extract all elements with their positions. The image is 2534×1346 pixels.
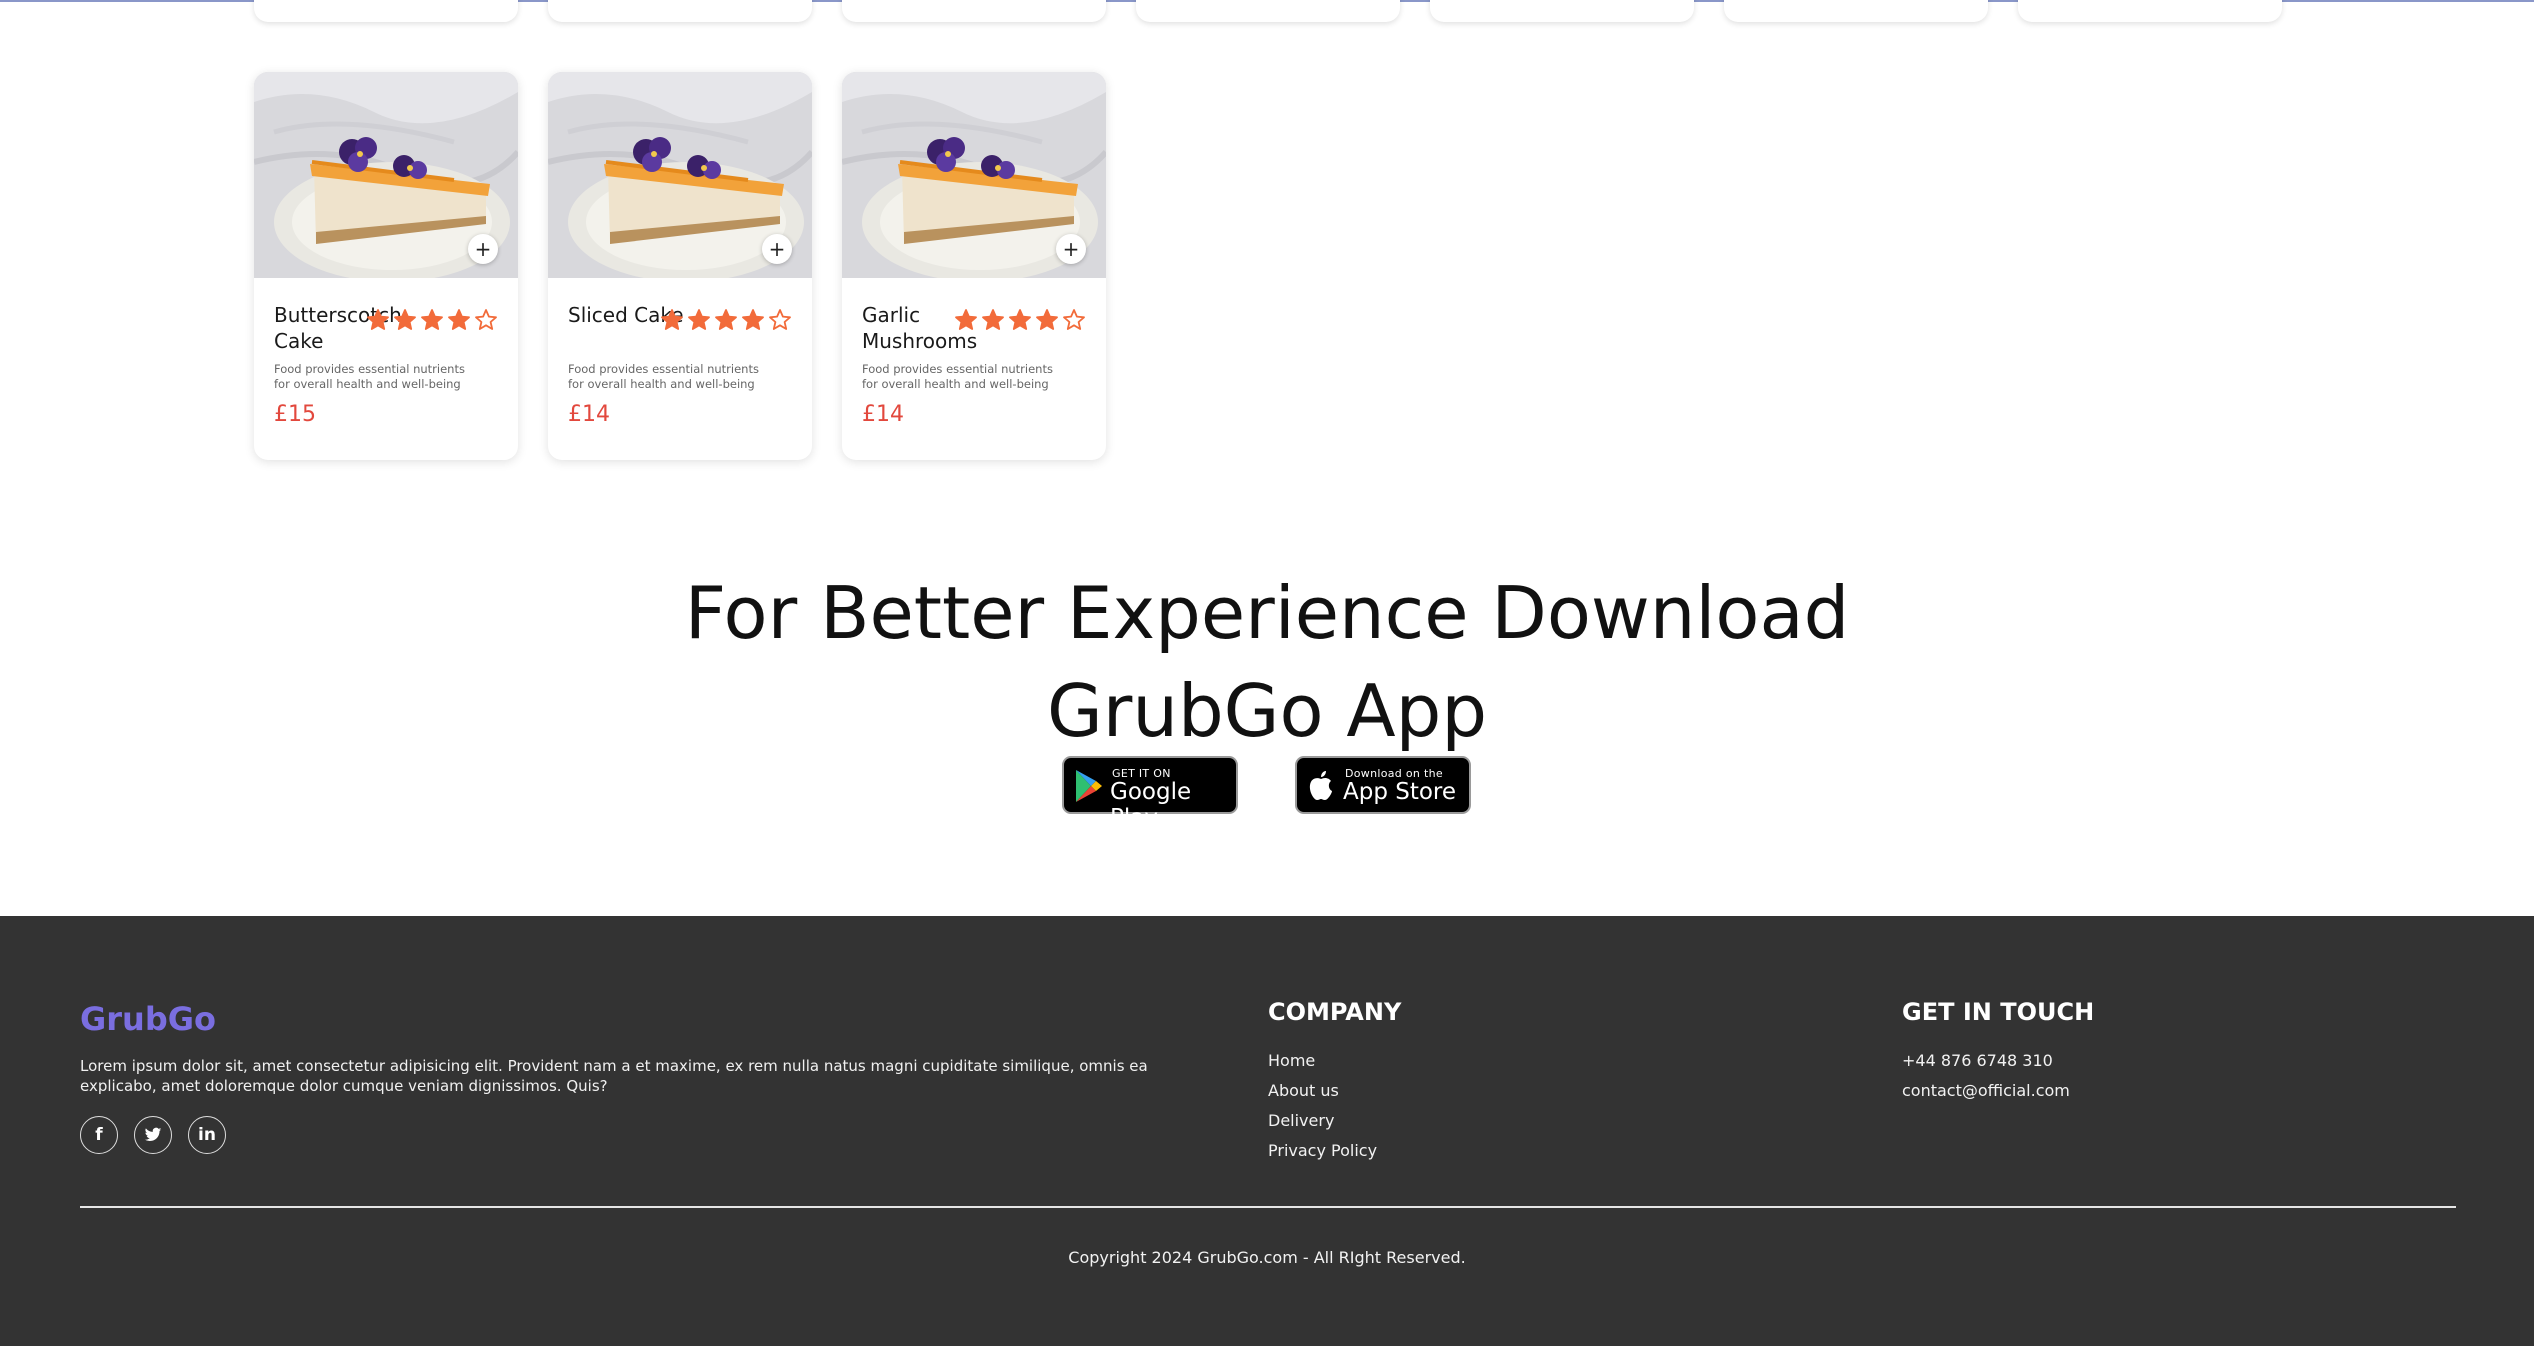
star-empty-icon [1062, 308, 1086, 332]
star-empty-icon [768, 308, 792, 332]
star-filled-icon [1008, 308, 1032, 332]
footer-link-privacy[interactable]: Privacy Policy [1268, 1136, 1377, 1166]
product-card-partial[interactable] [842, 0, 1106, 22]
footer-link-delivery[interactable]: Delivery [1268, 1106, 1377, 1136]
apple-icon [1307, 769, 1335, 807]
star-filled-icon [420, 308, 444, 332]
product-description: Food provides essential nutrients for ov… [862, 362, 1053, 391]
product-card-partial[interactable] [1430, 0, 1694, 22]
star-filled-icon [741, 308, 765, 332]
star-filled-icon [714, 308, 738, 332]
star-filled-icon [366, 308, 390, 332]
star-filled-icon [393, 308, 417, 332]
footer-about-text: Lorem ipsum dolor sit, amet consectetur … [80, 1057, 1148, 1095]
add-to-cart-button[interactable]: + [468, 234, 498, 264]
star-filled-icon [660, 308, 684, 332]
site-footer: GrubGo Lorem ipsum dolor sit, amet conse… [0, 916, 2534, 1346]
company-heading: COMPANY [1268, 998, 1402, 1026]
app-store-label: App Store [1343, 779, 1457, 805]
product-card-partial[interactable] [2018, 0, 2282, 22]
footer-divider [80, 1206, 2456, 1208]
linkedin-icon[interactable]: in [188, 1116, 226, 1154]
google-play-button[interactable]: GET IT ON Google Play [1062, 756, 1238, 831]
contact-list: +44 876 6748 310 contact@official.com [1902, 1046, 2070, 1106]
copyright-text: Copyright 2024 GrubGo.com - All RIght Re… [1068, 1248, 1466, 1267]
company-links: Home About us Delivery Privacy Policy [1268, 1046, 1377, 1166]
product-rating [366, 308, 498, 332]
add-to-cart-button[interactable]: + [762, 234, 792, 264]
google-play-label: Google Play [1110, 779, 1192, 831]
product-rating [954, 308, 1086, 332]
star-filled-icon [954, 308, 978, 332]
google-play-icon [1074, 769, 1104, 807]
product-card[interactable]: + Sliced Cake Food provides essential nu… [548, 72, 812, 460]
product-card-partial[interactable] [254, 0, 518, 22]
product-card[interactable]: + Butterscotch Cake Food provides essent… [254, 72, 518, 460]
product-card[interactable]: + Garlic Mushrooms Food provides essenti… [842, 72, 1106, 460]
contact-phone[interactable]: +44 876 6748 310 [1902, 1046, 2070, 1076]
footer-link-about[interactable]: About us [1268, 1076, 1377, 1106]
product-description: Food provides essential nutrients for ov… [274, 362, 465, 391]
social-links: f in [80, 1116, 226, 1154]
product-description: Food provides essential nutrients for ov… [568, 362, 759, 391]
star-filled-icon [447, 308, 471, 332]
star-filled-icon [687, 308, 711, 332]
app-store-button[interactable]: Download on the App Store [1295, 756, 1471, 814]
star-filled-icon [1035, 308, 1059, 332]
download-headline-line1: For Better Experience Download [684, 571, 1850, 655]
download-headline-line2: GrubGo App [1046, 669, 1488, 753]
product-card-partial[interactable] [1724, 0, 1988, 22]
facebook-icon[interactable]: f [80, 1116, 118, 1154]
product-price: £15 [274, 402, 316, 427]
add-to-cart-button[interactable]: + [1056, 234, 1086, 264]
footer-link-home[interactable]: Home [1268, 1046, 1377, 1076]
star-empty-icon [474, 308, 498, 332]
star-filled-icon [981, 308, 1005, 332]
contact-email[interactable]: contact@official.com [1902, 1076, 2070, 1106]
product-card-partial[interactable] [548, 0, 812, 22]
product-price: £14 [862, 402, 904, 427]
product-card-partial[interactable] [1136, 0, 1400, 22]
product-rating [660, 308, 792, 332]
footer-logo[interactable]: GrubGo [80, 1000, 216, 1038]
twitter-icon[interactable] [134, 1116, 172, 1154]
contact-heading: GET IN TOUCH [1902, 998, 2095, 1026]
download-headline: For Better Experience Download GrubGo Ap… [0, 564, 2534, 760]
product-price: £14 [568, 402, 610, 427]
